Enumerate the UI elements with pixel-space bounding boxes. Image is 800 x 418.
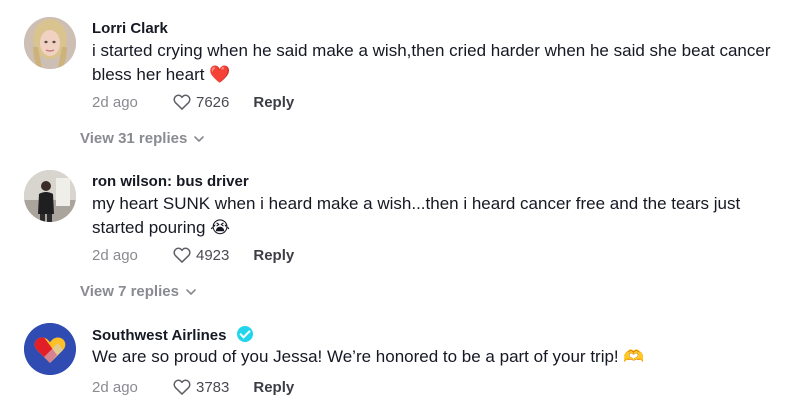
reply-button[interactable]: Reply [253, 247, 294, 264]
view-replies-button[interactable]: View 31 replies [80, 130, 205, 147]
red-heart-emoji: ❤️ [209, 65, 231, 85]
heart-outline-icon [173, 379, 191, 395]
view-replies-button[interactable]: View 7 replies [80, 283, 197, 300]
like-count: 7626 [196, 93, 230, 111]
comment-text: my heart SUNK when i heard make a wish..… [92, 192, 782, 240]
comment-timestamp: 2d ago [92, 93, 138, 111]
like-count: 3783 [196, 378, 230, 396]
heart-hands-emoji: 🫶 [623, 347, 645, 367]
heart-outline-icon [173, 247, 191, 263]
comment-item: Lorri Clark i started crying when he sai… [0, 0, 800, 150]
comment-text: i started crying when he said make a wis… [92, 39, 782, 87]
comment-text: We are so proud of you Jessa! We’re hono… [92, 345, 782, 369]
comment-username[interactable]: Lorri Clark [92, 20, 168, 37]
loudly-crying-face-emoji: 😭 [210, 218, 231, 238]
heart-outline-icon [173, 94, 191, 110]
comment-body: i started crying when he said make a wis… [92, 41, 771, 84]
comment-timestamp: 2d ago [92, 246, 138, 264]
chevron-down-icon [186, 288, 196, 295]
user-avatar-image [24, 17, 76, 69]
chevron-down-icon [194, 135, 205, 142]
comment-meta: 2d ago 4923 Reply [92, 243, 294, 267]
like-count: 4923 [196, 246, 230, 264]
comment-username[interactable]: ron wilson: bus driver [92, 173, 249, 190]
comment-meta: 2d ago 7626 Reply [92, 90, 294, 114]
like-button[interactable]: 4923 [172, 245, 229, 265]
comment-item: Southwest Airlines We are so proud of yo… [0, 305, 800, 418]
verified-badge-icon [236, 326, 253, 342]
comment-username-label: Southwest Airlines [92, 327, 227, 344]
view-replies-label: View 31 replies [80, 130, 188, 147]
comment-meta: 2d ago 3783 Reply [92, 375, 294, 399]
avatar[interactable] [24, 170, 76, 222]
comment-item: ron wilson: bus driver my heart SUNK whe… [0, 150, 800, 305]
comment-body: my heart SUNK when i heard make a wish..… [92, 194, 741, 237]
avatar[interactable] [24, 17, 76, 69]
comment-body: We are so proud of you Jessa! We’re hono… [92, 347, 619, 366]
like-button[interactable]: 7626 [172, 92, 229, 112]
southwest-heart-logo [24, 323, 76, 375]
reply-button[interactable]: Reply [253, 379, 294, 396]
reply-button[interactable]: Reply [253, 94, 294, 111]
like-button[interactable]: 3783 [172, 377, 229, 397]
view-replies-label: View 7 replies [80, 283, 179, 300]
comment-username[interactable]: Southwest Airlines [92, 326, 253, 344]
user-avatar-image [24, 170, 76, 222]
avatar[interactable] [24, 323, 76, 375]
comment-timestamp: 2d ago [92, 378, 138, 396]
